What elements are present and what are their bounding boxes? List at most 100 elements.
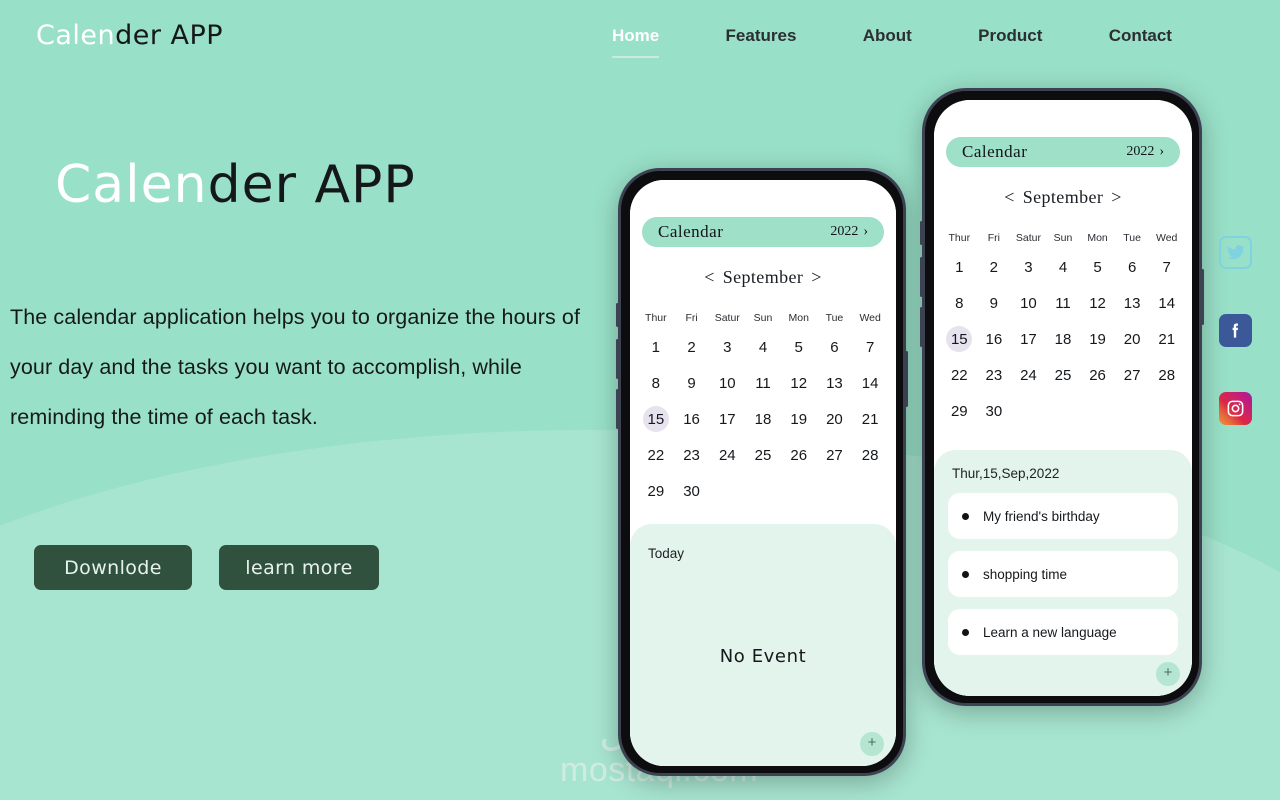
add-event-fab-left[interactable]: +	[860, 732, 884, 756]
download-button[interactable]: Downlode	[34, 545, 192, 590]
calendar-day-1[interactable]: 1	[643, 334, 669, 360]
event-card[interactable]: My friend's birthday	[948, 493, 1178, 539]
calendar-day-20[interactable]: 20	[1119, 326, 1145, 352]
next-month-chevron-icon[interactable]: >	[1108, 187, 1125, 207]
calendar-day-5[interactable]: 5	[1085, 254, 1111, 280]
calendar-day-11[interactable]: 11	[750, 370, 776, 396]
hero-section: Calender APP The calendar application he…	[0, 0, 620, 800]
event-title: My friend's birthday	[983, 508, 1100, 524]
brand-logo-dark-part: der APP	[115, 20, 224, 51]
calendar-day-27[interactable]: 27	[1119, 362, 1145, 388]
calendar-day-22[interactable]: 22	[946, 362, 972, 388]
calendar-day-1[interactable]: 1	[946, 254, 972, 280]
calendar-day-28[interactable]: 28	[857, 442, 883, 468]
calendar-day-7[interactable]: 7	[857, 334, 883, 360]
calendar-day-30[interactable]: 30	[679, 478, 705, 504]
calendar-day-2[interactable]: 2	[981, 254, 1007, 280]
calendar-grid-left: Thur Fri Satur Sun Mon Tue Wed 123456789…	[630, 312, 896, 504]
nav-item-home[interactable]: Home	[612, 26, 660, 58]
calendar-day-20[interactable]: 20	[821, 406, 847, 432]
dow-sun: Sun	[1053, 232, 1073, 244]
calendar-day-6[interactable]: 6	[821, 334, 847, 360]
hero-description: The calendar application helps you to or…	[10, 305, 581, 429]
calendar-day-26[interactable]: 26	[786, 442, 812, 468]
calendar-day-2[interactable]: 2	[679, 334, 705, 360]
calendar-day-19[interactable]: 19	[1085, 326, 1111, 352]
learn-more-button[interactable]: learn more	[219, 545, 379, 590]
calendar-day-19[interactable]: 19	[786, 406, 812, 432]
calendar-day-12[interactable]: 12	[786, 370, 812, 396]
hero-title-dark-part: der APP	[207, 155, 416, 215]
calendar-day-7[interactable]: 7	[1154, 254, 1180, 280]
app-year-selector-right[interactable]: 2022 ›	[1126, 144, 1164, 160]
calendar-day-17[interactable]: 17	[714, 406, 740, 432]
calendar-day-15[interactable]: 15	[946, 326, 973, 352]
calendar-day-28[interactable]: 28	[1154, 362, 1180, 388]
calendar-day-15[interactable]: 15	[642, 406, 669, 432]
event-card[interactable]: shopping time	[948, 551, 1178, 597]
calendar-day-25[interactable]: 25	[750, 442, 776, 468]
event-list: My friend's birthday shopping time Learn a…	[948, 493, 1178, 667]
phone-right-power-button	[1201, 269, 1204, 325]
calendar-day-5[interactable]: 5	[786, 334, 812, 360]
event-title: Learn a new language	[983, 624, 1117, 640]
calendar-day-24[interactable]: 24	[1015, 362, 1041, 388]
calendar-day-13[interactable]: 13	[1119, 290, 1145, 316]
calendar-day-10[interactable]: 10	[1015, 290, 1041, 316]
add-event-fab-right[interactable]: +	[1156, 662, 1180, 686]
calendar-day-29[interactable]: 29	[946, 398, 972, 424]
calendar-day-23[interactable]: 23	[981, 362, 1007, 388]
phone-left-volume-up-button	[616, 303, 619, 327]
calendar-day-18[interactable]: 18	[750, 406, 776, 432]
dow-fri: Fri	[987, 232, 1000, 244]
month-selector-left: < September >	[630, 267, 896, 288]
calendar-day-21[interactable]: 21	[857, 406, 883, 432]
calendar-day-10[interactable]: 10	[714, 370, 740, 396]
calendar-day-21[interactable]: 21	[1154, 326, 1180, 352]
calendar-day-9[interactable]: 9	[679, 370, 705, 396]
calendar-day-16[interactable]: 16	[981, 326, 1007, 352]
next-month-chevron-icon[interactable]: >	[808, 267, 825, 287]
brand-logo[interactable]: Calender APP	[36, 20, 223, 51]
calendar-day-11[interactable]: 11	[1050, 290, 1076, 316]
event-card[interactable]: Learn a new language	[948, 609, 1178, 655]
instagram-icon[interactable]	[1219, 392, 1252, 425]
calendar-day-9[interactable]: 9	[981, 290, 1007, 316]
facebook-icon[interactable]	[1219, 314, 1252, 347]
calendar-day-27[interactable]: 27	[821, 442, 847, 468]
calendar-day-4[interactable]: 4	[1050, 254, 1076, 280]
calendar-day-24[interactable]: 24	[714, 442, 740, 468]
calendar-day-8[interactable]: 8	[946, 290, 972, 316]
calendar-day-17[interactable]: 17	[1015, 326, 1041, 352]
calendar-day-18[interactable]: 18	[1050, 326, 1076, 352]
calendar-day-3[interactable]: 3	[714, 334, 740, 360]
twitter-icon[interactable]	[1219, 236, 1252, 269]
calendar-day-14[interactable]: 14	[1154, 290, 1180, 316]
nav-item-product[interactable]: Product	[978, 26, 1042, 56]
calendar-day-25[interactable]: 25	[1050, 362, 1076, 388]
calendar-day-14[interactable]: 14	[857, 370, 883, 396]
calendar-day-23[interactable]: 23	[679, 442, 705, 468]
calendar-day-26[interactable]: 26	[1085, 362, 1111, 388]
calendar-day-8[interactable]: 8	[643, 370, 669, 396]
nav-item-contact[interactable]: Contact	[1109, 26, 1172, 56]
app-year-selector-left[interactable]: 2022 ›	[830, 224, 868, 240]
selected-date-label: Thur,15,Sep,2022	[952, 466, 1060, 481]
nav-item-features[interactable]: Features	[726, 26, 797, 56]
calendar-day-16[interactable]: 16	[679, 406, 705, 432]
calendar-day-12[interactable]: 12	[1085, 290, 1111, 316]
prev-month-chevron-icon[interactable]: <	[1001, 187, 1018, 207]
calendar-day-3[interactable]: 3	[1015, 254, 1041, 280]
calendar-day-22[interactable]: 22	[643, 442, 669, 468]
calendar-day-30[interactable]: 30	[981, 398, 1007, 424]
nav-item-about[interactable]: About	[863, 26, 912, 56]
phone-left-screen: Calendar 2022 › < September > Thur Fri S…	[630, 180, 896, 766]
calendar-day-4[interactable]: 4	[750, 334, 776, 360]
dow-satur: Satur	[1015, 232, 1041, 244]
calendar-day-13[interactable]: 13	[821, 370, 847, 396]
event-bullet-icon	[962, 570, 969, 578]
calendar-day-6[interactable]: 6	[1119, 254, 1145, 280]
calendar-day-29[interactable]: 29	[643, 478, 669, 504]
phone-left-mute-button	[616, 389, 619, 429]
prev-month-chevron-icon[interactable]: <	[701, 267, 718, 287]
